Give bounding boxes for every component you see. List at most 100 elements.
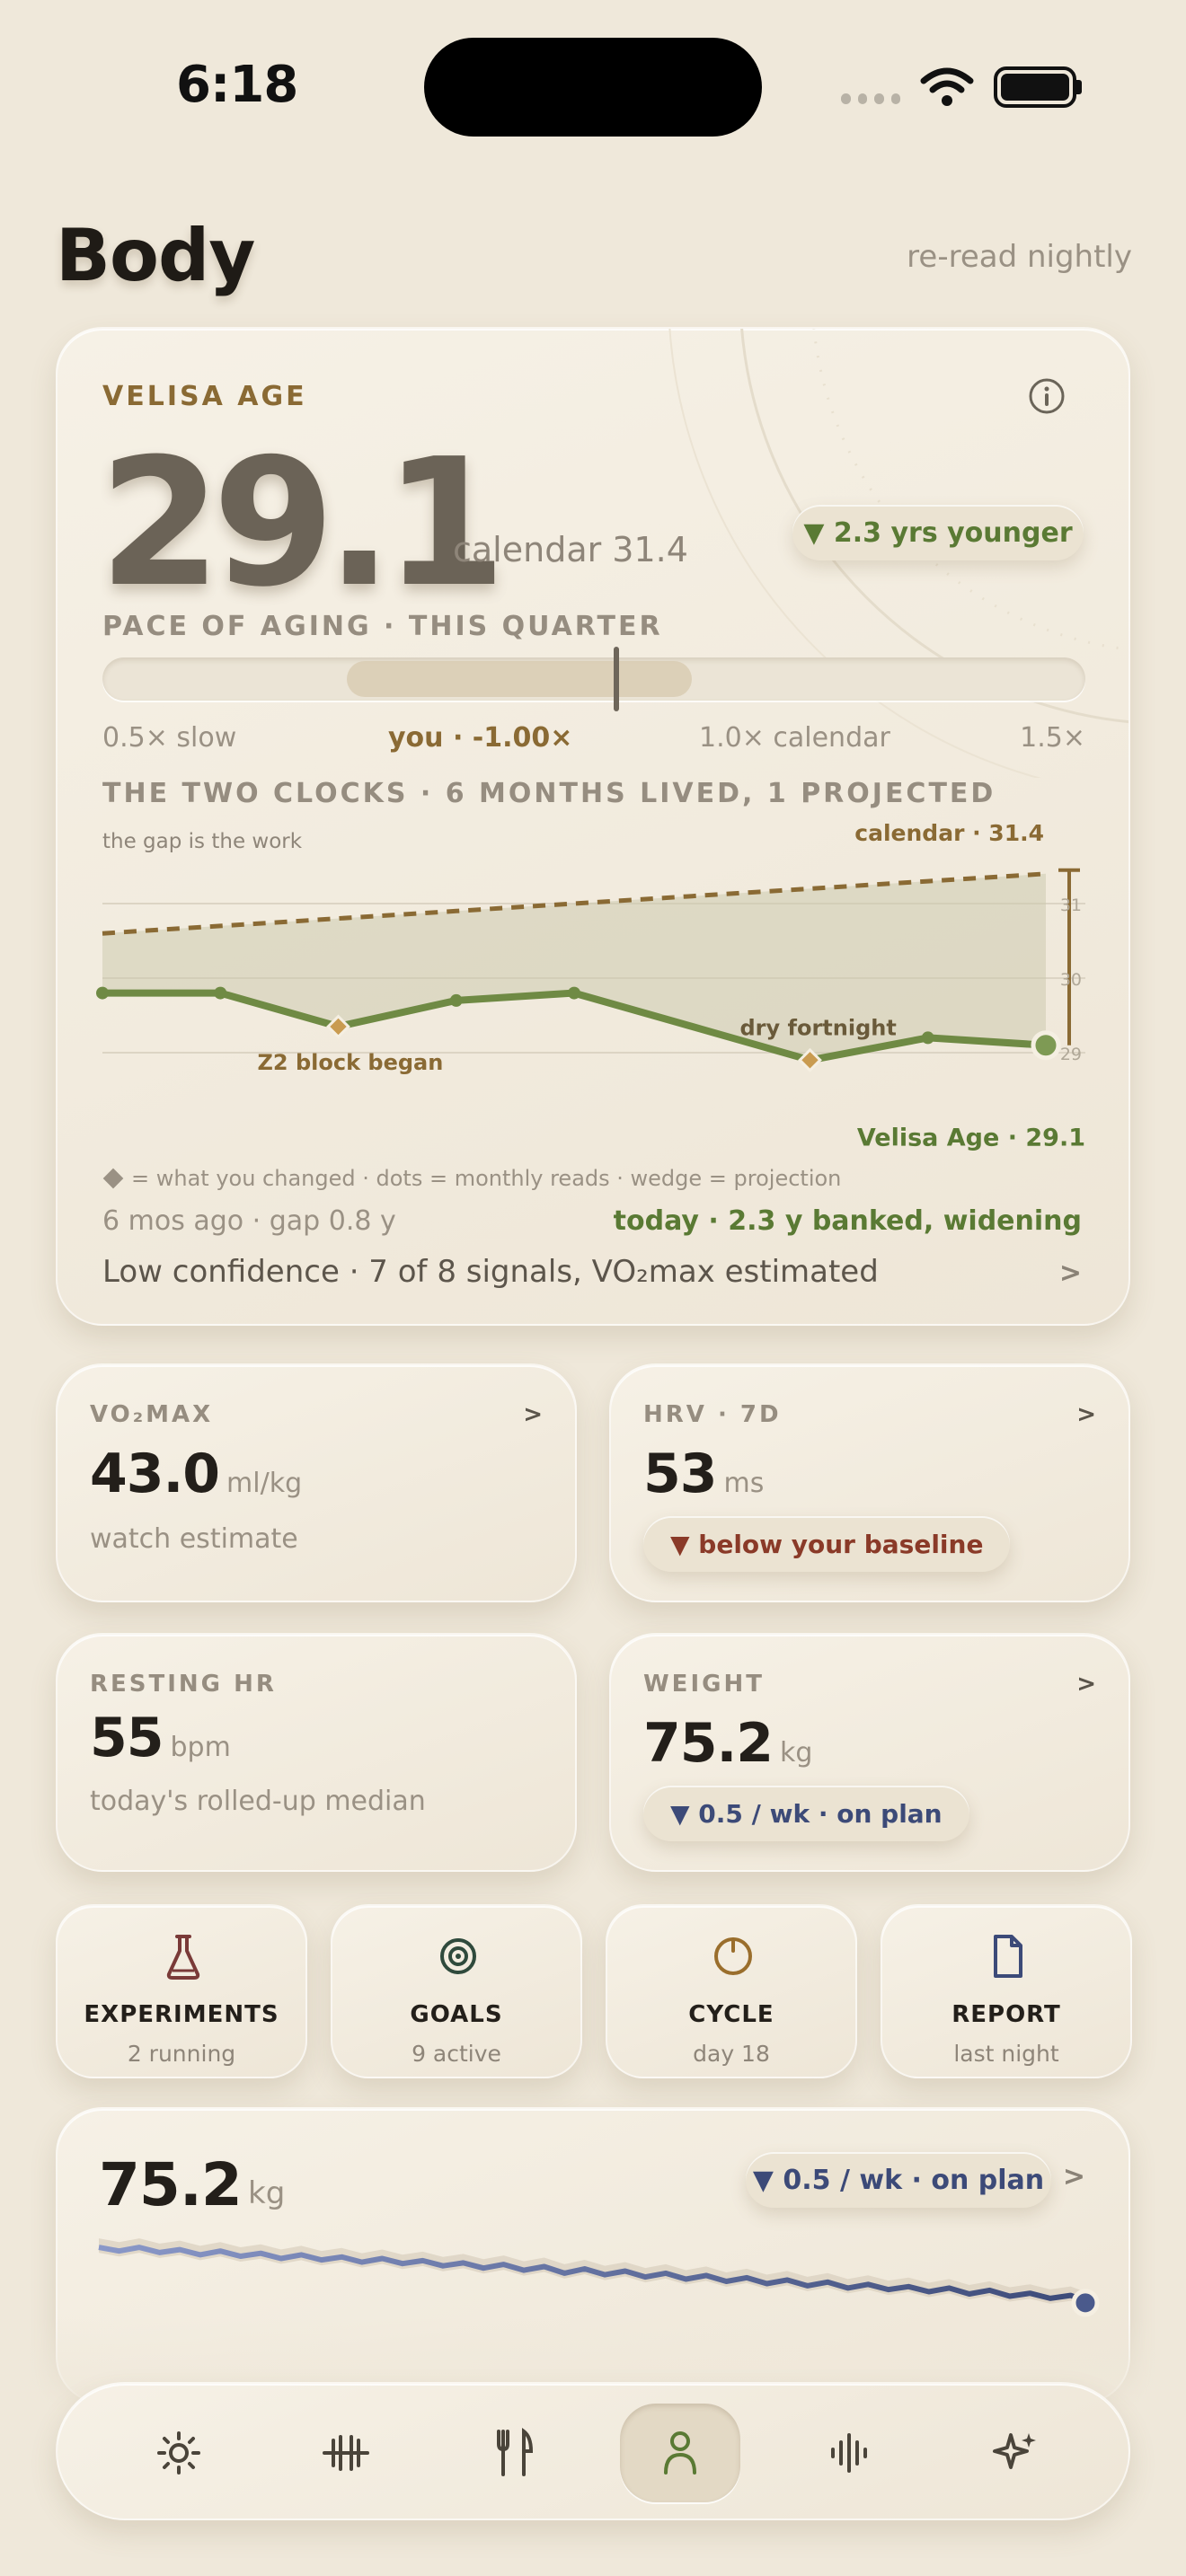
pace-label: PACE OF AGING · THIS QUARTER (102, 611, 663, 642)
metric-unit: ml/kg (226, 1468, 303, 1499)
confidence-chevron-icon[interactable]: > (1059, 1257, 1082, 1289)
cycle-tile[interactable]: CYCLE day 18 (606, 1904, 857, 2078)
weight-latest-point (1071, 2289, 1100, 2317)
pace-tick-slow: 0.5× slow (102, 722, 237, 754)
monthly-read-dot (449, 993, 463, 1007)
vo2max-card[interactable]: VO₂MAX > 43.0 ml/kg watch estimate (56, 1363, 577, 1602)
tab-today[interactable] (129, 2404, 228, 2502)
velisa-tag: Velisa Age · 29.1 (857, 1125, 1085, 1152)
y-tick-30: 30 (1060, 970, 1082, 990)
metric-label: WEIGHT (643, 1671, 765, 1698)
weight-metric-card[interactable]: WEIGHT > 75.2 kg ▼ 0.5 / wk · on plan (609, 1633, 1130, 1872)
legend-text: = what you changed · dots = monthly read… (131, 1166, 842, 1191)
pace-tick-calendar: 1.0× calendar (699, 722, 890, 754)
goals-tile[interactable]: GOALS 9 active (331, 1904, 582, 2078)
velisa-age-value: 29.1 (99, 421, 507, 626)
resting-hr-card[interactable]: RESTING HR 55 bpm today's rolled-up media… (56, 1633, 577, 1872)
sparkle-icon (993, 2433, 1036, 2469)
vo2max-value: 43.0 (90, 1442, 220, 1505)
hrv-value: 53 (643, 1442, 717, 1505)
tile-title: REPORT (951, 2001, 1061, 2028)
page-title: Body (56, 214, 255, 297)
tile-title: CYCLE (688, 2001, 774, 2028)
y-tick-31: 31 (1060, 895, 1082, 915)
gap-left-note: 6 mos ago · gap 0.8 y (102, 1205, 396, 1237)
tile-subtitle: day 18 (693, 2041, 770, 2067)
info-icon[interactable] (1028, 377, 1066, 415)
experiments-tile[interactable]: EXPERIMENTS 2 running (56, 1904, 307, 2078)
tab-nutrition[interactable] (464, 2404, 562, 2502)
weight-card-value: 75.2 (99, 2150, 243, 2219)
document-icon (994, 1935, 1022, 1978)
two-clocks-chart: the gap is the work calendar · 31.4 31 3… (96, 820, 1085, 1152)
dynamic-island (424, 38, 762, 137)
pace-marker (613, 647, 619, 711)
tab-bar (56, 2382, 1130, 2520)
metric-note: today's rolled-up median (90, 1786, 426, 1817)
gap-right-note: today · 2.3 y banked, widening (613, 1205, 1082, 1237)
tab-signals[interactable] (800, 2404, 898, 2502)
metric-label: HRV · 7D (643, 1401, 782, 1428)
velisa-age-card[interactable]: VELISA AGE 29.1 calendar 31.4 ▼ 2.3 yrs … (56, 327, 1130, 1326)
z2-annotation: Z2 block began (258, 1050, 444, 1075)
chart-legend: = what you changed · dots = monthly read… (102, 1166, 841, 1191)
waveform-icon (831, 2433, 867, 2473)
report-tile[interactable]: REPORT last night (881, 1904, 1132, 2078)
y-tick-29: 29 (1060, 1045, 1082, 1064)
calendar-age: calendar 31.4 (453, 530, 688, 569)
resting-hr-value: 55 (90, 1707, 164, 1769)
monthly-read-dot (921, 1031, 934, 1045)
target-icon (440, 1938, 476, 1974)
barbell-icon (323, 2435, 369, 2471)
diamond-icon (102, 1168, 124, 1189)
dry-annotation: dry fortnight (740, 1015, 897, 1040)
cellular-dots-icon (841, 93, 900, 104)
today-point (1031, 1030, 1061, 1061)
weight-trend-badge: ▼ 0.5 / wk · on plan (643, 1786, 969, 1841)
battery-icon (994, 66, 1076, 108)
pace-range-band (347, 661, 692, 697)
chevron-right-icon[interactable]: > (1076, 1671, 1096, 1698)
confidence-note: Low confidence · 7 of 8 signals, VO₂max … (102, 1254, 879, 1290)
metric-value: 75.2 kg (643, 1712, 812, 1775)
pace-tick-fast: 1.5× (1020, 722, 1085, 754)
weight-value: 75.2 (643, 1712, 774, 1775)
tile-subtitle: 2 running (127, 2041, 236, 2067)
weight-card-badge: ▼ 0.5 / wk · on plan (746, 2152, 1051, 2208)
tab-body[interactable] (620, 2404, 740, 2502)
weight-card-unit: kg (248, 2175, 286, 2211)
person-icon (664, 2431, 696, 2475)
metric-unit: bpm (170, 1732, 231, 1763)
sun-icon (157, 2431, 200, 2475)
pace-tick-you: you · -1.00× (388, 722, 573, 754)
metric-value: 55 bpm (90, 1707, 231, 1769)
refresh-note: re-read nightly (907, 239, 1132, 275)
tile-title: EXPERIMENTS (84, 2001, 279, 2028)
tile-title: GOALS (410, 2001, 503, 2028)
tab-assistant[interactable] (967, 2404, 1066, 2502)
younger-badge: ▼ 2.3 yrs younger (792, 505, 1084, 560)
tab-training[interactable] (296, 2404, 395, 2502)
monthly-read-dot (96, 986, 109, 1000)
metric-label: VO₂MAX (90, 1401, 214, 1428)
metric-label: RESTING HR (90, 1671, 277, 1698)
monthly-read-dot (214, 986, 227, 1000)
chevron-right-icon[interactable]: > (523, 1401, 543, 1428)
cycle-icon (714, 1937, 752, 1975)
wifi-icon (920, 67, 974, 106)
gap-wedge (102, 873, 1046, 1061)
calendar-tag: calendar · 31.4 (854, 820, 1044, 846)
metric-unit: kg (780, 1737, 813, 1769)
tile-subtitle: 9 active (412, 2041, 501, 2067)
two-clocks-label: THE TWO CLOCKS · 6 MONTHS LIVED, 1 PROJE… (102, 778, 996, 809)
hrv-status-badge: ▼ below your baseline (643, 1516, 1011, 1572)
chevron-right-icon[interactable]: > (1063, 2161, 1085, 2192)
status-time: 6:18 (176, 56, 298, 114)
metric-value: 43.0 ml/kg (90, 1442, 302, 1505)
chevron-right-icon[interactable]: > (1076, 1401, 1096, 1428)
metric-note: watch estimate (90, 1523, 298, 1555)
gap-note: the gap is the work (102, 830, 303, 853)
tile-subtitle: last night (953, 2041, 1059, 2067)
hrv-card[interactable]: HRV · 7D > 53 ms ▼ below your baseline (609, 1363, 1130, 1602)
metric-value: 53 ms (643, 1442, 764, 1505)
